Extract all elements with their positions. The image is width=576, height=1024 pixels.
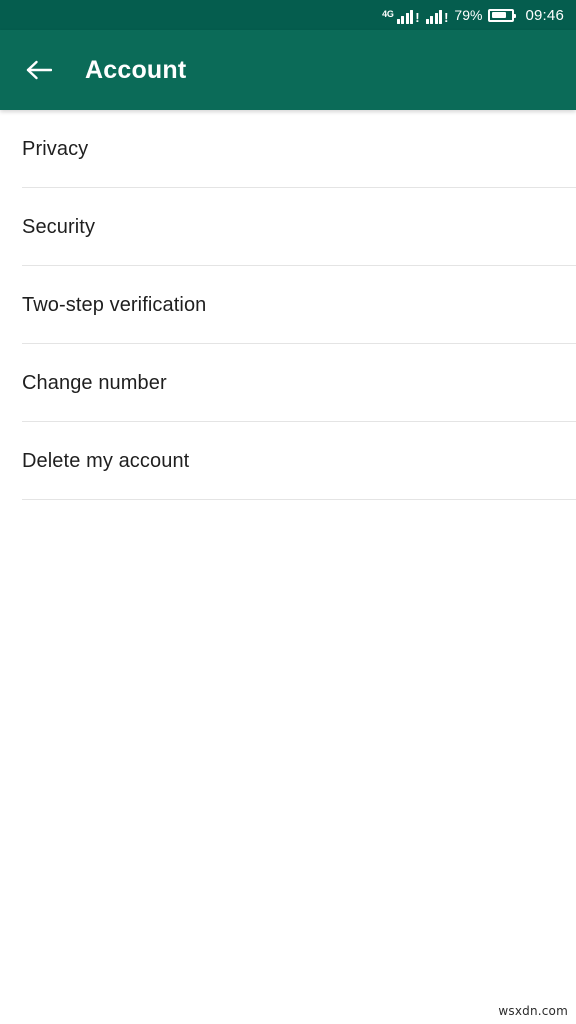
list-item-delete-my-account[interactable]: Delete my account bbox=[0, 422, 576, 499]
signal-alert-icon: ! bbox=[415, 10, 420, 25]
watermark-label: wsxdn.com bbox=[498, 1004, 568, 1018]
page-title: Account bbox=[85, 55, 187, 84]
list-item-label: Security bbox=[22, 215, 96, 238]
signal-alert-icon: ! bbox=[444, 10, 449, 25]
back-button[interactable] bbox=[22, 53, 56, 87]
list-item-label: Delete my account bbox=[22, 449, 190, 472]
battery-fill bbox=[491, 12, 507, 18]
signal-indicator-sim2: ! bbox=[425, 6, 449, 25]
battery-percentage-label: 79% bbox=[454, 7, 483, 23]
list-item-change-number[interactable]: Change number bbox=[0, 344, 576, 421]
signal-bars-icon bbox=[425, 10, 443, 24]
arrow-left-icon bbox=[26, 60, 52, 80]
app-bar: Account bbox=[0, 30, 576, 110]
settings-content: Privacy Security Two-step verification C… bbox=[0, 110, 576, 1024]
list-item-label: Two-step verification bbox=[22, 293, 207, 316]
account-settings-list: Privacy Security Two-step verification C… bbox=[0, 110, 576, 500]
list-item-label: Change number bbox=[22, 371, 167, 394]
list-item-privacy[interactable]: Privacy bbox=[0, 110, 576, 187]
signal-indicator-sim1: 4G ! bbox=[382, 6, 420, 25]
clock-label: 09:46 bbox=[525, 6, 564, 24]
network-type-label: 4G bbox=[382, 9, 394, 19]
list-divider bbox=[22, 499, 576, 500]
battery-icon bbox=[488, 8, 517, 22]
status-bar: 4G ! ! 79% 09:46 bbox=[0, 0, 576, 30]
phone-screen: 4G ! ! 79% 09:46 Account Privacy Securit… bbox=[0, 0, 576, 1024]
status-bar-right-cluster: 4G ! ! 79% 09:46 bbox=[382, 0, 564, 30]
list-item-two-step-verification[interactable]: Two-step verification bbox=[0, 266, 576, 343]
signal-bars-icon bbox=[396, 10, 414, 24]
list-item-label: Privacy bbox=[22, 137, 89, 160]
list-item-security[interactable]: Security bbox=[0, 188, 576, 265]
